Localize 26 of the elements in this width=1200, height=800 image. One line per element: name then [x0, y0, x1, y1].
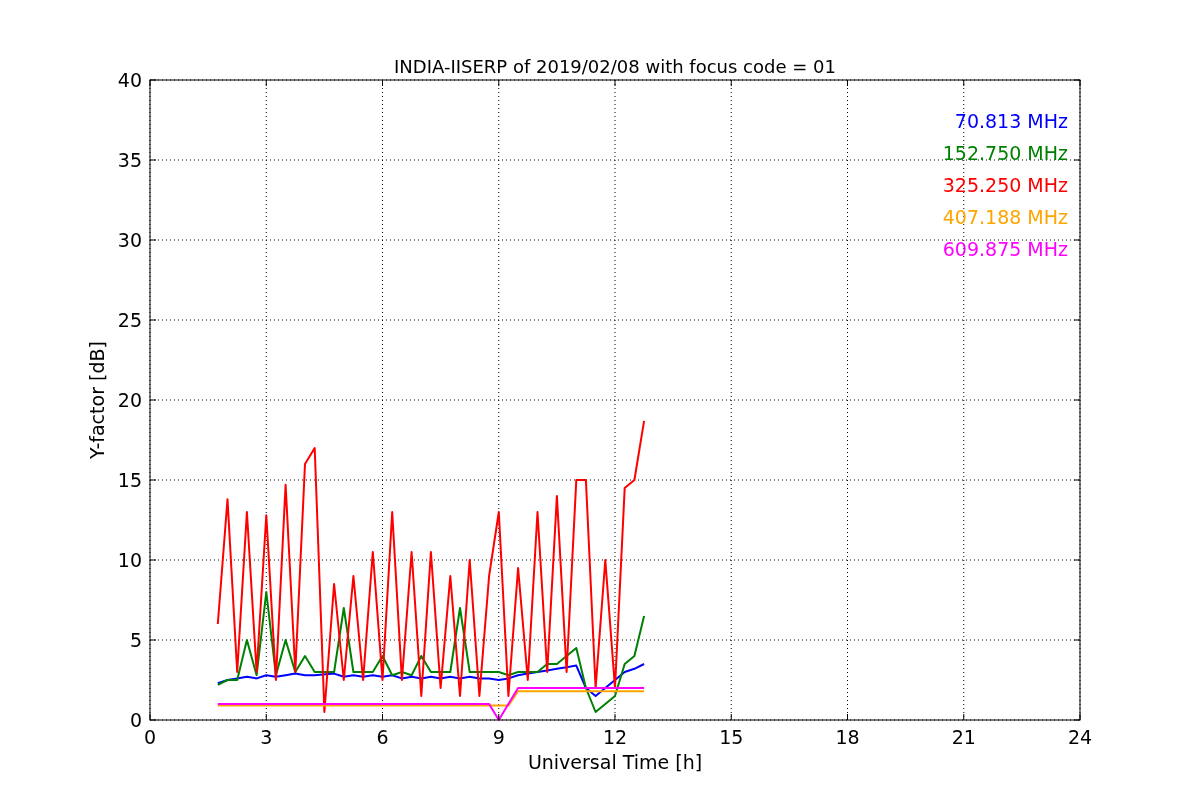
legend-label: 407.188 MHz [942, 206, 1068, 228]
y-tick-label: 20 [117, 389, 142, 411]
chart-title: INDIA-IISERP of 2019/02/08 with focus code = 01 [394, 56, 836, 77]
y-tick-label: 5 [129, 629, 142, 651]
x-tick-label: 24 [1067, 726, 1093, 748]
legend-label: 152.750 MHz [942, 142, 1068, 164]
x-axis-label: Universal Time [h] [527, 751, 703, 773]
y-tick-label: 15 [117, 469, 142, 491]
y-tick-label: 40 [117, 69, 142, 91]
x-tick-label: 12 [602, 726, 628, 748]
x-tick-label: 0 [143, 726, 157, 748]
y-tick-label: 10 [117, 549, 142, 571]
x-tick-label: 21 [951, 726, 976, 748]
legend-label: 609.875 MHz [942, 238, 1068, 260]
legend-label: 325.250 MHz [942, 174, 1068, 196]
x-tick-label: 9 [492, 726, 505, 748]
y-tick-label: 30 [117, 229, 142, 251]
x-tick-label: 18 [835, 726, 860, 748]
y-tick-label: 35 [117, 149, 142, 171]
x-tick-label: 15 [719, 726, 744, 748]
y-tick-label: 0 [129, 709, 142, 731]
legend-label: 70.813 MHz [954, 110, 1068, 132]
y-axis-label: Y-factor [dB] [86, 341, 108, 459]
x-tick-label: 3 [260, 726, 273, 748]
x-tick-label: 6 [376, 726, 389, 748]
y-tick-label: 25 [117, 309, 142, 331]
